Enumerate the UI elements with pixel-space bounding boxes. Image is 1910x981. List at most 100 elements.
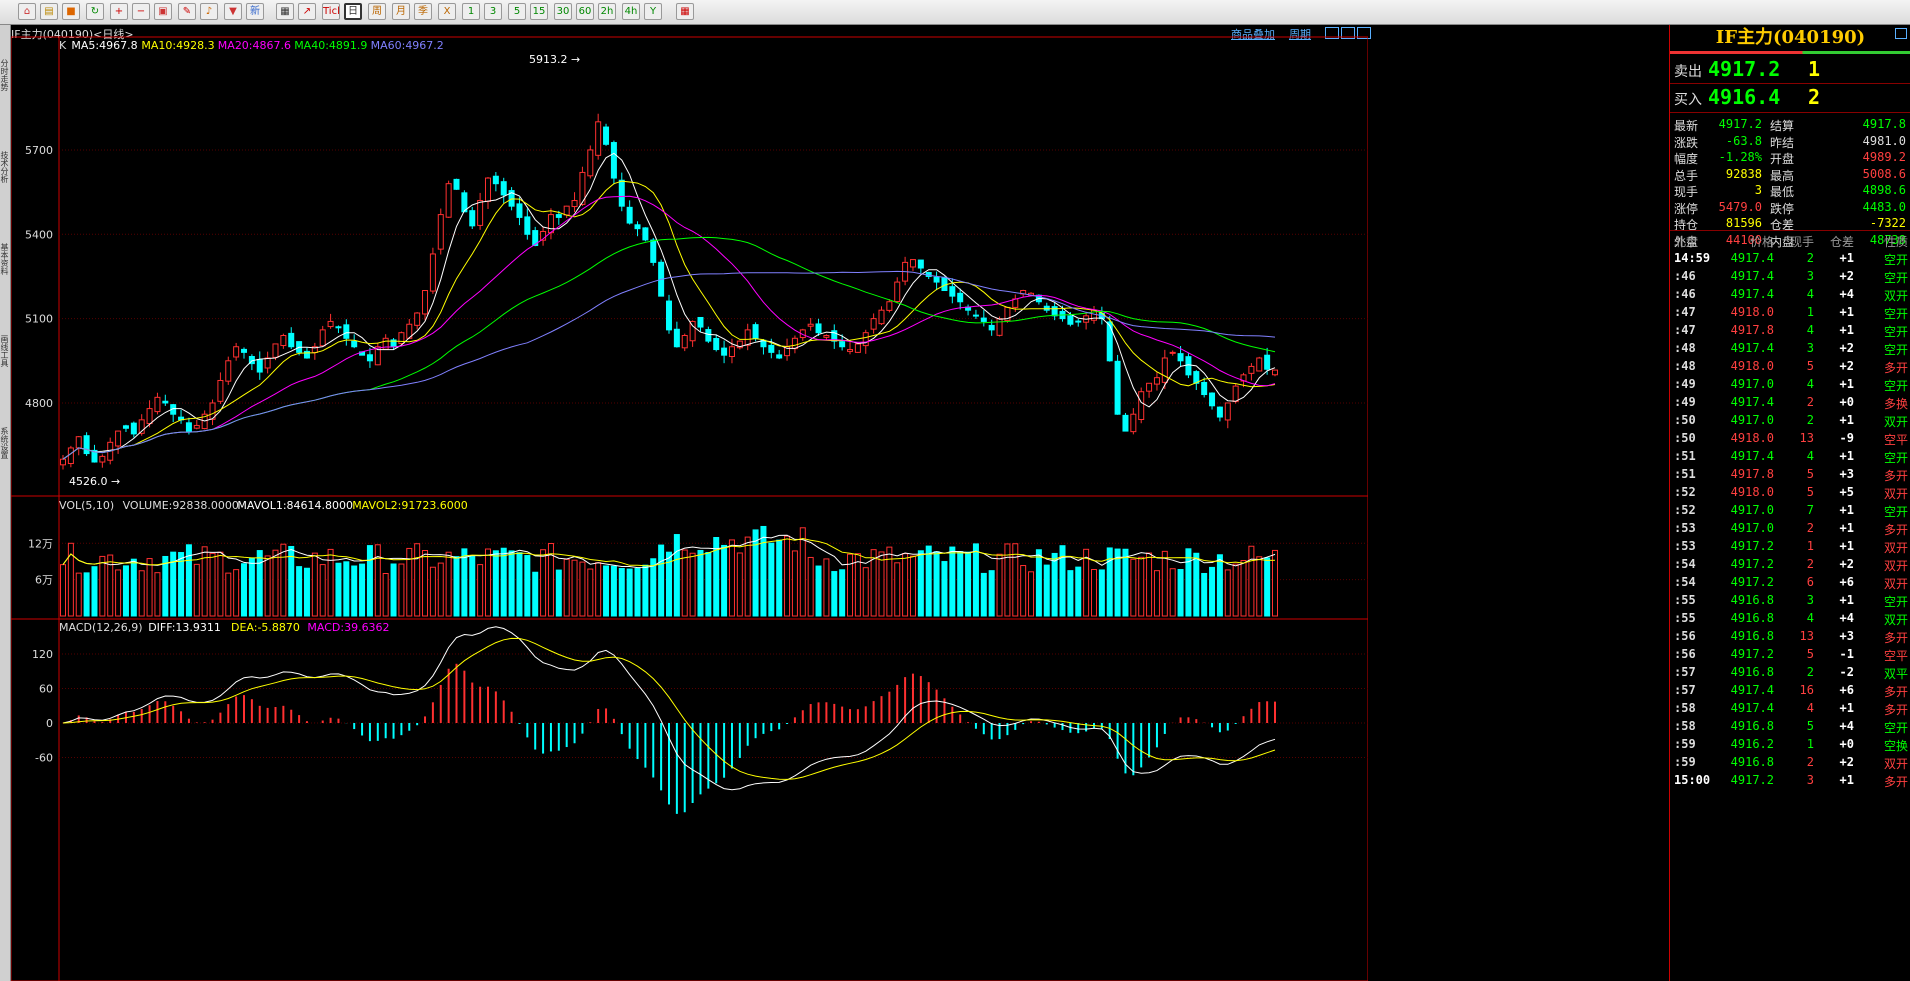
volume-bar bbox=[217, 551, 224, 617]
tick-row: :48 4918.0 5 +2 多开 bbox=[1670, 357, 1910, 375]
tick-row: :51 4917.8 5 +3 多开 bbox=[1670, 465, 1910, 483]
pen-icon[interactable]: ✎ bbox=[178, 3, 196, 20]
volume-bar bbox=[193, 563, 200, 617]
candle-body bbox=[429, 253, 436, 292]
tick-icon[interactable]: Tick bbox=[322, 3, 340, 20]
left-tab-2[interactable]: 基本资料 bbox=[0, 217, 10, 301]
tick-time: :47 bbox=[1674, 323, 1696, 337]
tick-type: 双开 bbox=[1883, 541, 1908, 555]
period-60m[interactable]: 60 bbox=[576, 3, 594, 20]
tick-qty: 7 bbox=[1806, 503, 1814, 517]
tick-time: :50 bbox=[1674, 431, 1696, 445]
refresh-icon[interactable]: ↻ bbox=[86, 3, 104, 20]
tick-type: 多开 bbox=[1883, 523, 1908, 537]
candle-body bbox=[422, 290, 429, 315]
tick-qty: 4 bbox=[1806, 377, 1814, 391]
tick-time: :57 bbox=[1674, 683, 1696, 697]
zoom-in-icon[interactable]: + bbox=[110, 3, 128, 20]
ticks-header-cell: 价格 bbox=[1749, 235, 1774, 249]
tick-time: :56 bbox=[1674, 629, 1696, 643]
table-icon[interactable]: ▦ bbox=[276, 3, 294, 20]
camera-icon[interactable]: ■ bbox=[62, 3, 80, 20]
period-year[interactable]: X bbox=[438, 3, 456, 20]
period-3m[interactable]: 3 bbox=[484, 3, 502, 20]
buy-row: 买入 4916.4 2 bbox=[1670, 84, 1910, 110]
price-tick-label: 5400 bbox=[25, 228, 53, 241]
ticks-header-cell: 现手 bbox=[1789, 235, 1814, 249]
bell-icon[interactable]: ♪ bbox=[200, 3, 218, 20]
chart-area[interactable]: IF主力(040190)<日线> 商品叠加 周期 K MA5:4967.8 MA10… bbox=[11, 25, 1668, 981]
tick-qty: 3 bbox=[1806, 773, 1814, 787]
candle-body bbox=[933, 276, 940, 283]
period-week[interactable]: 周 bbox=[368, 3, 386, 20]
period-15m[interactable]: 15 bbox=[530, 3, 548, 20]
period-y[interactable]: Y bbox=[644, 3, 662, 20]
trend-icon[interactable]: ↗ bbox=[298, 3, 316, 20]
candle-body bbox=[1067, 315, 1074, 325]
volume-bar bbox=[603, 565, 610, 617]
ticks-header-cell: 北京 bbox=[1674, 235, 1699, 249]
period-quarter[interactable]: 季 bbox=[414, 3, 432, 20]
period-4h[interactable]: 4h bbox=[622, 3, 640, 20]
left-tab-1[interactable]: 技术分析 bbox=[0, 125, 10, 209]
period-30m[interactable]: 30 bbox=[554, 3, 572, 20]
calculator-icon[interactable]: ▦ bbox=[676, 3, 694, 20]
left-tab-3[interactable]: 画线工具 bbox=[0, 309, 10, 393]
tick-row: :50 4917.0 2 +1 双开 bbox=[1670, 411, 1910, 429]
volume-bar bbox=[941, 561, 948, 617]
volume-bar bbox=[878, 551, 885, 617]
tick-price: 4917.4 bbox=[1730, 341, 1774, 355]
volume-bar bbox=[721, 544, 728, 617]
candle-body bbox=[1114, 360, 1121, 415]
ticks-list[interactable]: 14:59 4917.4 2 +1 空开:46 4917.4 3 +2 空开:46 4917.4 4… bbox=[1670, 249, 1910, 981]
tick-oi-change: +0 bbox=[1839, 395, 1854, 409]
vol-legend-item: VOL(5,10) bbox=[59, 499, 114, 512]
tick-price: 4917.4 bbox=[1730, 395, 1774, 409]
kline-chart-svg[interactable]: K MA5:4967.8 MA10:4928.3 MA20:4867.6 MA40:48… bbox=[11, 25, 1368, 981]
panel-close-icon[interactable] bbox=[1895, 28, 1907, 39]
period-day[interactable]: 日 bbox=[344, 3, 362, 20]
high-price-label: 5913.2 → bbox=[529, 53, 580, 66]
period-month[interactable]: 月 bbox=[392, 3, 410, 20]
candle-body bbox=[1106, 321, 1113, 362]
tick-type: 双平 bbox=[1883, 667, 1908, 681]
tick-type: 空换 bbox=[1883, 739, 1908, 753]
volume-bar bbox=[831, 571, 838, 617]
vol-legend-item: VOLUME:92838.0000 bbox=[123, 499, 239, 512]
volume-bar bbox=[429, 566, 436, 617]
tick-row: :56 4917.2 5 -1 空平 bbox=[1670, 645, 1910, 663]
stat-label: 最新 bbox=[1674, 119, 1699, 133]
period-5m[interactable]: 5 bbox=[508, 3, 526, 20]
stat-value: 81596 bbox=[1725, 216, 1762, 230]
zoom-out-icon[interactable]: − bbox=[132, 3, 150, 20]
volume-bar bbox=[359, 563, 366, 617]
candle-body bbox=[146, 408, 153, 425]
tick-qty: 5 bbox=[1806, 647, 1814, 661]
candle-body bbox=[343, 324, 350, 339]
tick-row: :48 4917.4 3 +2 空开 bbox=[1670, 339, 1910, 357]
period-1m[interactable]: 1 bbox=[462, 3, 480, 20]
tick-price: 4917.2 bbox=[1730, 575, 1774, 589]
tick-type: 双开 bbox=[1883, 487, 1908, 501]
candle-body bbox=[1209, 392, 1216, 407]
filter-icon[interactable]: ▼ bbox=[224, 3, 242, 20]
tick-time: :56 bbox=[1674, 647, 1696, 661]
period-2h[interactable]: 2h bbox=[598, 3, 616, 20]
tick-oi-change: +2 bbox=[1839, 341, 1854, 355]
stat-value: -63.8 bbox=[1725, 133, 1762, 148]
folder-icon[interactable]: ▤ bbox=[40, 3, 58, 20]
candle-body bbox=[634, 224, 641, 230]
tick-row: :57 4916.8 2 -2 双平 bbox=[1670, 663, 1910, 681]
volume-bar bbox=[1224, 569, 1231, 617]
sell-qty: 1 bbox=[1808, 57, 1821, 81]
volume-bar bbox=[807, 556, 814, 617]
left-tab-4[interactable]: 系统设置 bbox=[0, 401, 10, 485]
new-icon[interactable]: 新 bbox=[246, 3, 264, 20]
left-tab-0[interactable]: 分时走势 bbox=[0, 33, 10, 117]
tick-oi-change: +1 bbox=[1839, 323, 1854, 337]
tick-type: 空开 bbox=[1883, 505, 1908, 519]
tick-oi-change: +1 bbox=[1839, 701, 1854, 715]
volume-bar bbox=[461, 548, 468, 617]
window-icon[interactable]: ▣ bbox=[154, 3, 172, 20]
home-icon[interactable]: ⌂ bbox=[18, 3, 36, 20]
